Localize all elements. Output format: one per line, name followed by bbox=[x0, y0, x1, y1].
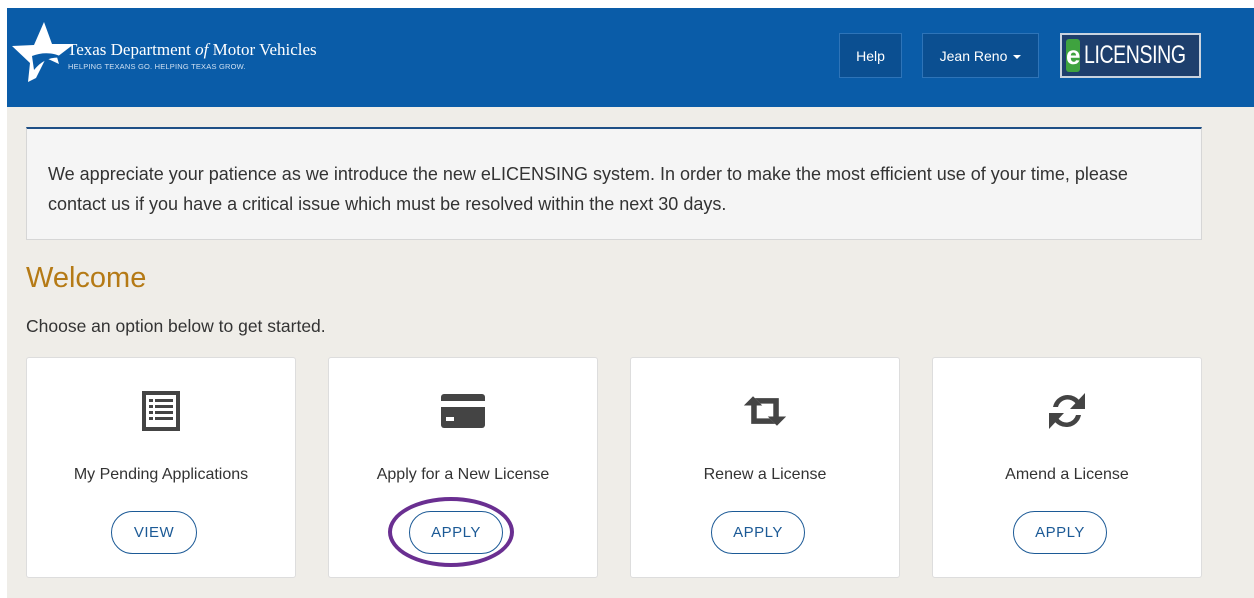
credit-card-icon bbox=[440, 388, 486, 434]
elicensing-logo: e LICENSING bbox=[1060, 33, 1201, 78]
page-subtitle: Choose an option below to get started. bbox=[26, 316, 326, 336]
refresh-icon bbox=[1044, 388, 1090, 434]
card-amend-license: Amend a License APPLY bbox=[932, 357, 1202, 578]
retweet-icon bbox=[742, 388, 788, 434]
highlight-circle bbox=[388, 497, 514, 567]
card-label: My Pending Applications bbox=[73, 466, 249, 483]
card-label: Amend a License bbox=[1005, 466, 1129, 483]
top-border bbox=[0, 0, 1254, 8]
left-border bbox=[0, 0, 7, 598]
amend-license-button[interactable]: APPLY bbox=[1013, 511, 1107, 554]
view-button[interactable]: VIEW bbox=[111, 511, 197, 554]
user-menu-button[interactable]: Jean Reno bbox=[922, 33, 1039, 78]
help-button-label: Help bbox=[856, 47, 885, 64]
card-label: Apply for a New License bbox=[376, 466, 550, 483]
renew-license-button[interactable]: APPLY bbox=[711, 511, 805, 554]
agency-tagline: HELPING TEXANS GO. HELPING TEXAS GROW. bbox=[68, 62, 246, 71]
notice-text: We appreciate your patience as we introd… bbox=[48, 164, 1128, 214]
user-name: Jean Reno bbox=[939, 47, 1008, 64]
card-renew-license: Renew a License APPLY bbox=[630, 357, 900, 578]
chevron-down-icon bbox=[1013, 54, 1022, 59]
elicensing-wordmark: LICENSING bbox=[1084, 41, 1187, 69]
list-icon bbox=[138, 388, 184, 434]
notice-panel: We appreciate your patience as we introd… bbox=[26, 127, 1202, 240]
card-pending-applications: My Pending Applications VIEW bbox=[26, 357, 296, 578]
agency-name: Texas Department of Motor Vehicles bbox=[67, 40, 317, 59]
card-label: Renew a License bbox=[703, 466, 827, 483]
help-button[interactable]: Help bbox=[839, 33, 902, 78]
elicensing-e-mark: e bbox=[1066, 39, 1081, 72]
page-title: Welcome bbox=[26, 262, 147, 294]
